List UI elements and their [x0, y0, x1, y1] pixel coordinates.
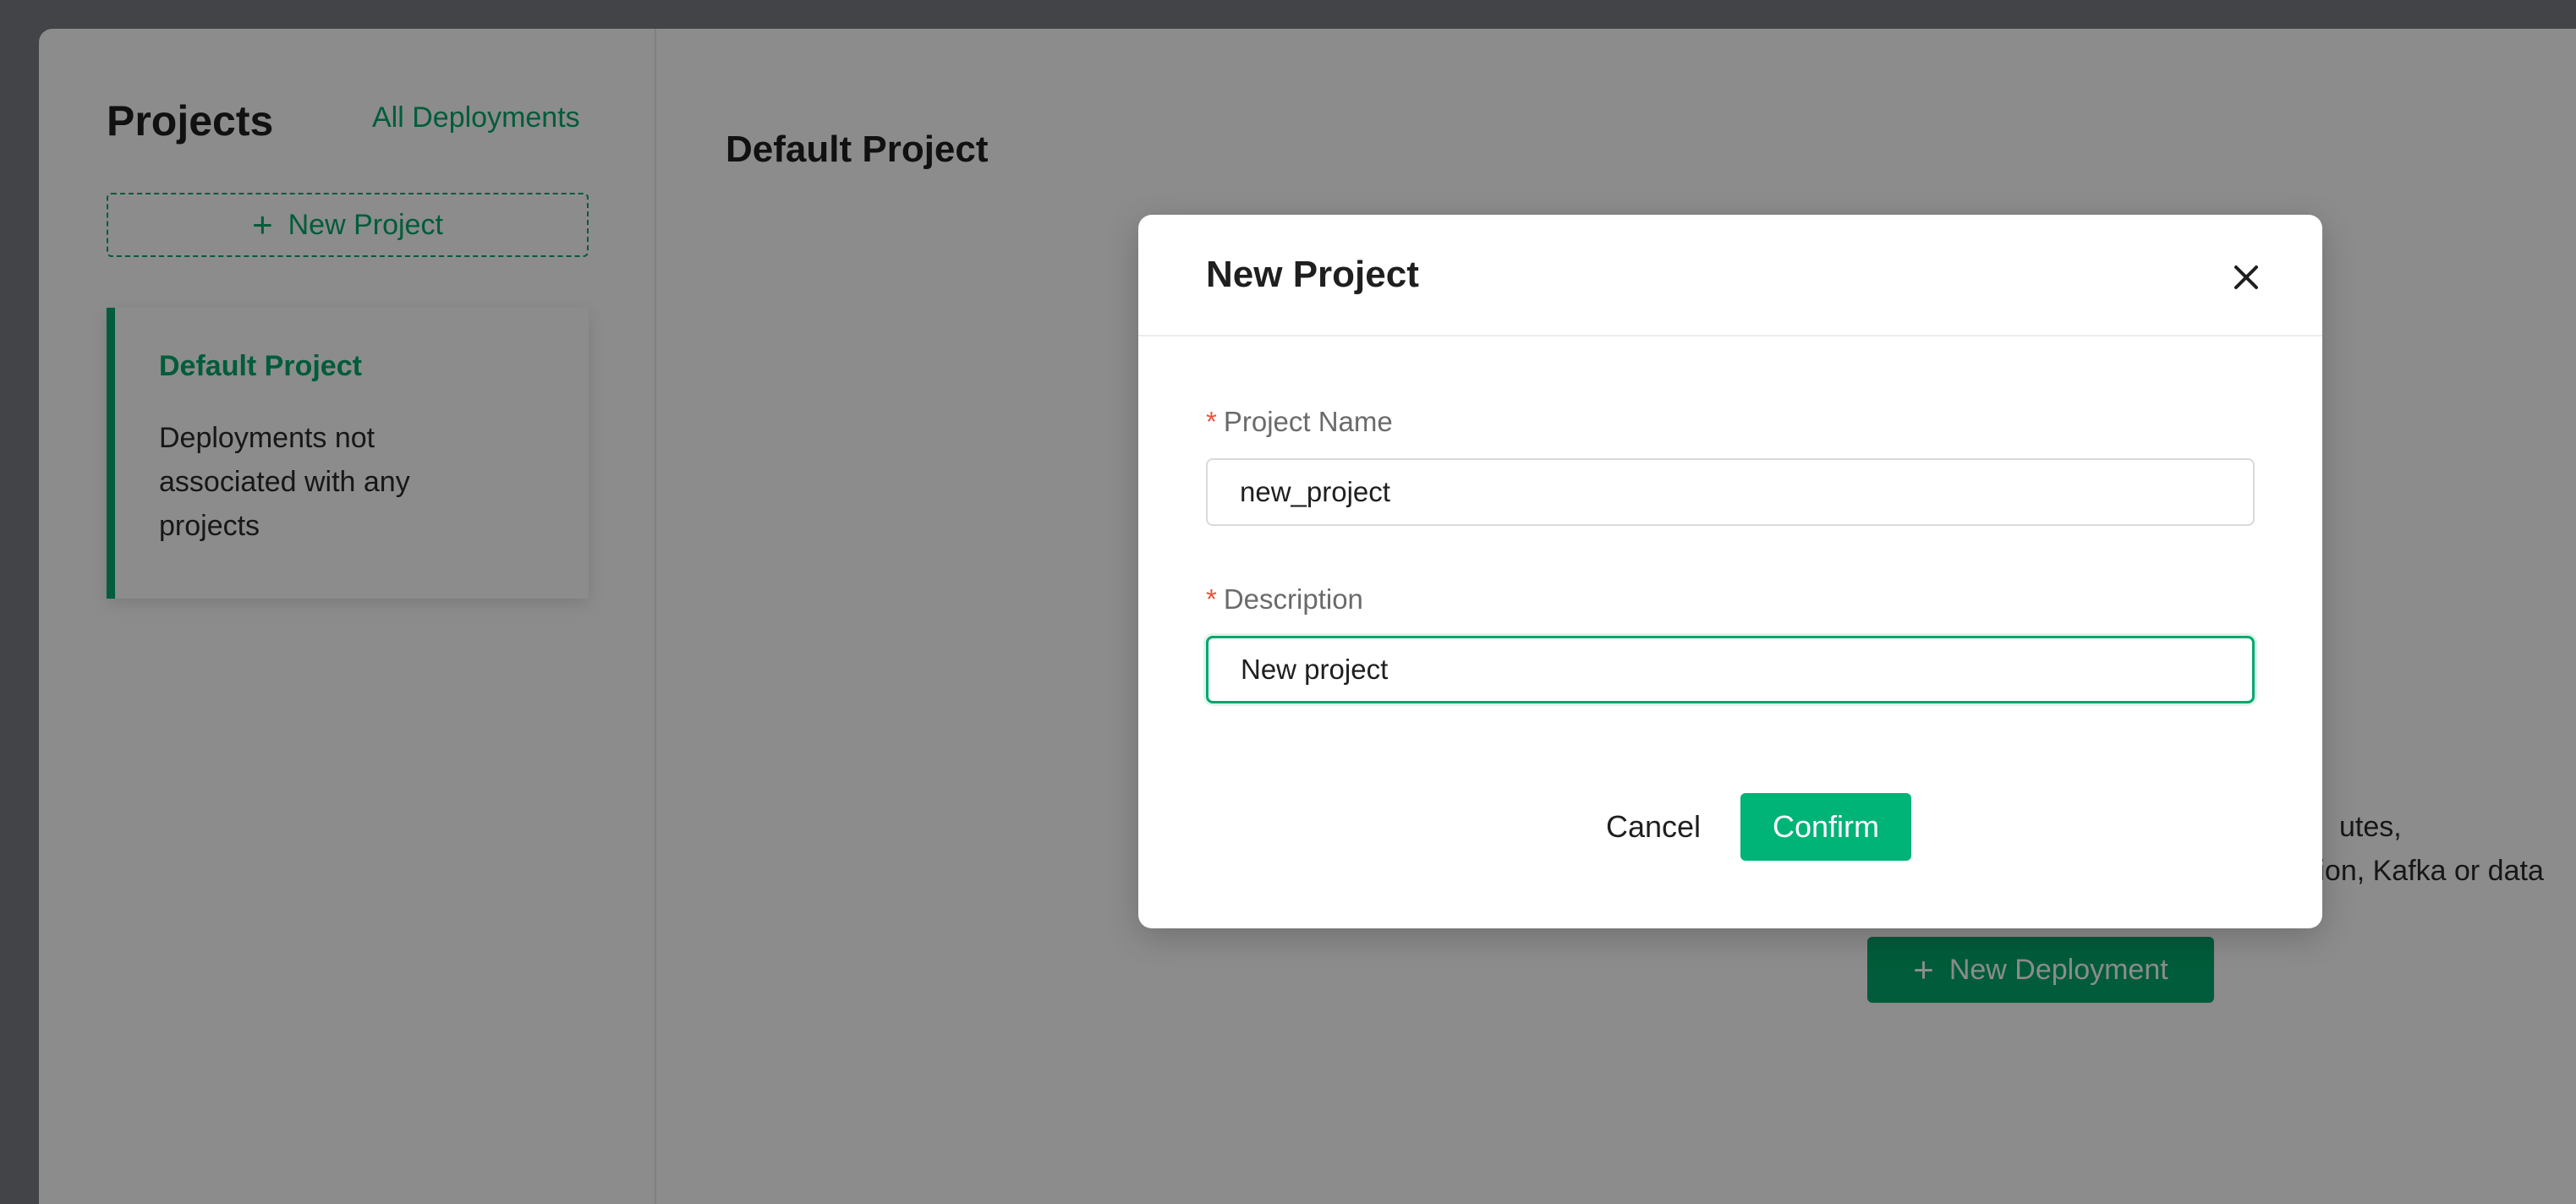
close-icon — [2234, 265, 2258, 289]
required-marker: * — [1206, 406, 1217, 437]
description-label: * Description — [1206, 583, 1363, 616]
project-name-label-text: Project Name — [1223, 406, 1393, 437]
confirm-button[interactable]: Confirm — [1740, 793, 1911, 861]
dialog-header: New Project — [1138, 215, 2322, 337]
close-button[interactable] — [2224, 255, 2268, 299]
required-marker: * — [1206, 583, 1217, 615]
new-project-dialog: New Project *Project Name *Description C… — [1138, 215, 2322, 928]
project-name-label: * Project Name — [1206, 406, 1393, 438]
project-name-input[interactable] — [1206, 458, 2255, 526]
description-input[interactable] — [1206, 636, 2255, 703]
cancel-button[interactable]: Cancel — [1576, 793, 1730, 861]
description-label-text: Description — [1223, 583, 1363, 615]
dialog-title: New Project — [1206, 254, 1419, 295]
